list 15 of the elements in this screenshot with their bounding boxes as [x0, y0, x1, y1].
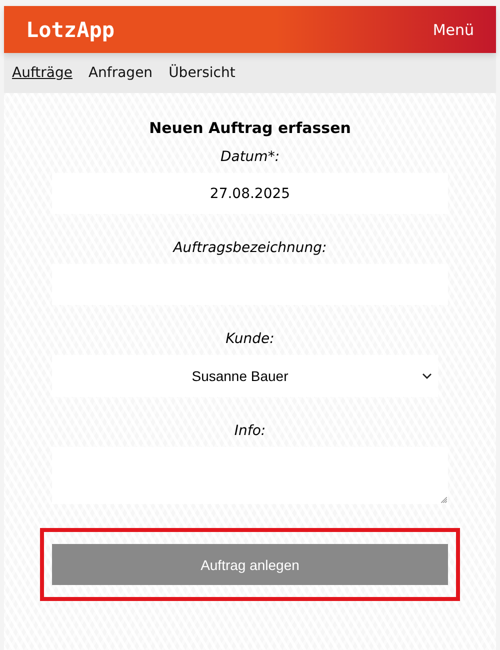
- menu-button[interactable]: Menü: [432, 20, 474, 38]
- field-label: Auftragsbezeichnung:: [173, 240, 327, 256]
- field-label: Info:: [234, 423, 266, 439]
- form-title: Neuen Auftrag erfassen: [149, 119, 351, 137]
- input-field[interactable]: 27.08.2025: [52, 173, 448, 214]
- select-field[interactable]: Susanne Bauer: [52, 355, 438, 397]
- textarea-field[interactable]: [52, 447, 448, 504]
- app-logo: LotzApp: [26, 18, 115, 42]
- field-label: Datum*:: [220, 149, 280, 165]
- nav-link[interactable]: Aufträge: [12, 65, 72, 81]
- nav-link[interactable]: Anfragen: [88, 65, 153, 81]
- resize-grip-icon: [441, 497, 447, 503]
- nav-link[interactable]: Übersicht: [168, 65, 236, 81]
- caret-icon: [422, 373, 432, 379]
- field-label: Kunde:: [226, 331, 274, 347]
